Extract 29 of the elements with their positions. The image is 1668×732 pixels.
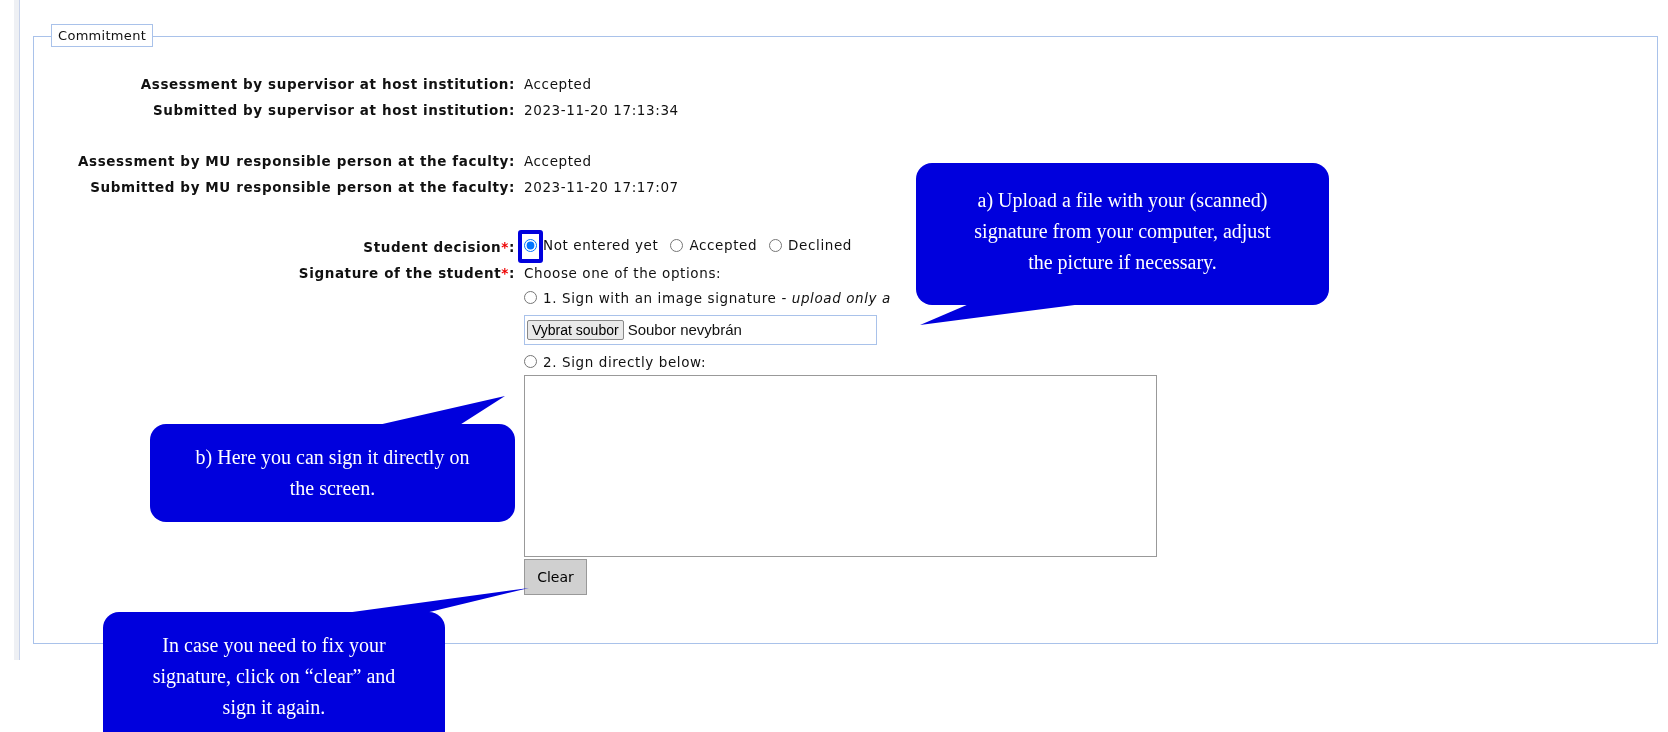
clear-button[interactable]: Clear: [524, 558, 587, 595]
callout-text: b) Here you can sign it directly on the screen.: [195, 445, 470, 501]
field-label: Student decision*:: [362, 238, 515, 255]
radio-label[interactable]: 1. Sign with an image signature - upload only a: [543, 289, 891, 306]
file-status: Soubor nevybrán: [627, 321, 742, 338]
hint-text: Choose one of the options:: [524, 264, 722, 281]
radio-button[interactable]: [524, 238, 537, 252]
radio-button[interactable]: [769, 238, 783, 252]
radio-label[interactable]: Not entered yet: [543, 237, 659, 253]
field-value: 2023-11-20 17:13:34: [524, 102, 680, 118]
radio-label[interactable]: 2. Sign directly below:: [543, 353, 707, 370]
field-label: Submitted by MU responsible person at the faculty:: [89, 179, 515, 195]
field-label: Submitted by supervisor at host institution:: [151, 102, 515, 118]
fieldset-legend: Commitment: [51, 24, 154, 47]
field-value: 2023-11-20 17:17:07: [524, 179, 680, 195]
radio-button[interactable]: [524, 355, 537, 368]
radio-label[interactable]: Declined: [788, 237, 852, 253]
callout-text: a) Upload a file with your (scanned) signature from your computer, adjust the picture if necessary.: [973, 188, 1272, 276]
field-value: Accepted: [524, 76, 593, 92]
callout-text: In case you need to fix your signature, click on “clear” and sign it again.: [151, 633, 397, 721]
file-input[interactable]: Vybrat soubor Soubor nevybrán: [524, 314, 877, 345]
field-value: Accepted: [524, 153, 593, 169]
field-label: Signature of the student*:: [297, 264, 515, 281]
radio-label[interactable]: Accepted: [689, 237, 758, 253]
radio-button[interactable]: [670, 238, 684, 252]
field-label: Assessment by supervisor at host institution:: [139, 76, 515, 92]
choose-file-button[interactable]: Vybrat soubor: [527, 319, 624, 340]
radio-button[interactable]: [524, 291, 537, 304]
field-label: Assessment by MU responsible person at the faculty:: [77, 153, 515, 169]
